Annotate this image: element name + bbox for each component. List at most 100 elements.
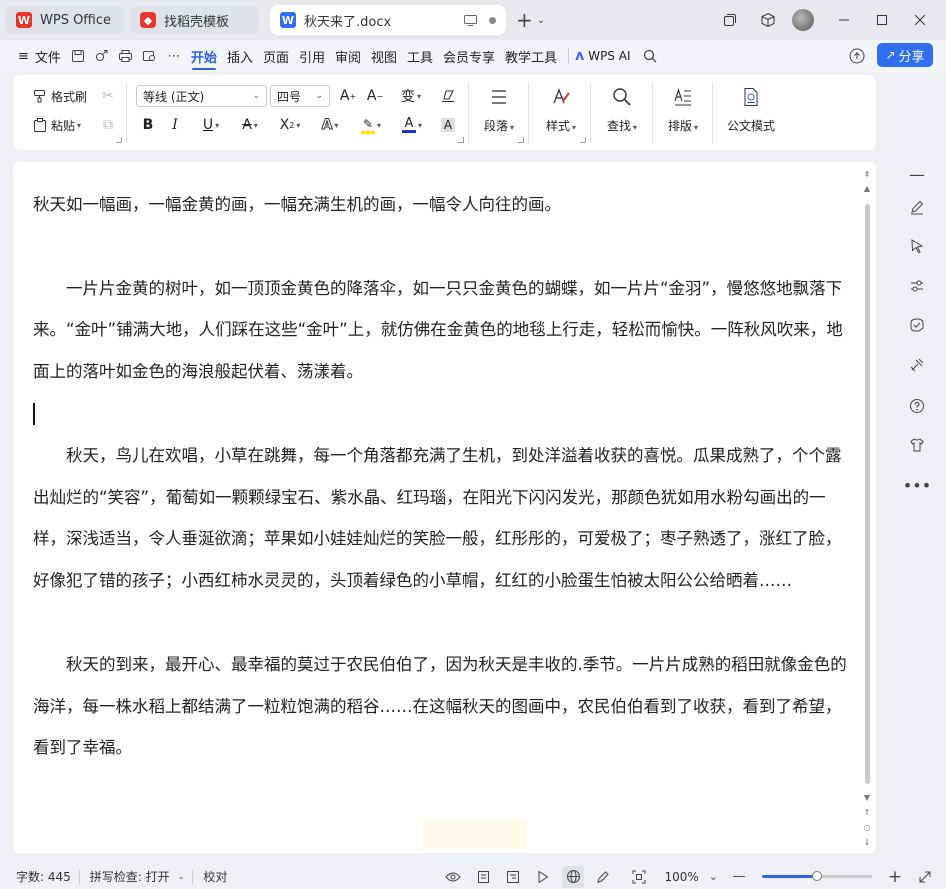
more-icon[interactable]: ••• — [903, 473, 931, 497]
ai-assistant-icon[interactable] — [905, 313, 929, 337]
page-view-icon[interactable] — [472, 866, 494, 888]
zoom-slider-knob[interactable] — [812, 871, 822, 881]
spell-check-toggle[interactable]: 拼写检查: 打开 ⌄ — [78, 869, 193, 884]
print-preview-icon[interactable] — [138, 44, 162, 68]
tab-wps-office[interactable]: W WPS Office — [6, 6, 124, 34]
font-name-select[interactable]: 等线 (正文) ⌄ — [136, 85, 267, 107]
official-mode-button[interactable]: 公文模式 — [723, 83, 779, 134]
zoom-out-icon[interactable]: — — [728, 866, 750, 888]
tab-review[interactable]: 审阅 — [330, 40, 366, 72]
layout-button[interactable]: 排版 ▾ — [663, 83, 703, 134]
monitor-icon[interactable] — [463, 13, 477, 27]
play-icon[interactable] — [532, 866, 554, 888]
clear-format-icon[interactable] — [437, 85, 459, 107]
bold-icon[interactable]: B — [137, 114, 159, 136]
chevron-down-icon[interactable]: ⌄ — [537, 15, 545, 26]
search-icon[interactable] — [638, 44, 662, 68]
new-tab-button[interactable]: + ⌄ — [516, 8, 545, 32]
vertical-scrollbar[interactable]: ⇞ ▲ ▼ ⇑ ○ ⇓ — [862, 168, 872, 851]
cursor-icon[interactable] — [905, 234, 929, 258]
copy-icon[interactable]: ⧉ — [97, 114, 119, 136]
more-icon[interactable]: ⋯ — [162, 44, 186, 68]
fit-page-icon[interactable] — [628, 866, 650, 888]
shrink-font-icon[interactable]: A − — [364, 85, 386, 107]
tab-view[interactable]: 视图 — [366, 40, 402, 72]
next-page-icon[interactable]: ⇓ — [862, 836, 872, 848]
font-size-select[interactable]: 四号 ⌄ — [270, 85, 330, 107]
paragraph-2[interactable]: 一片片金黄的树叶，如一顶顶金黄色的降落伞，如一只只金黄色的蝴蝶，如一片片“金羽”… — [33, 268, 848, 393]
styles-launcher-icon[interactable] — [580, 137, 586, 143]
scroll-down-icon[interactable]: ▼ — [862, 791, 872, 803]
cube-icon[interactable] — [752, 4, 784, 36]
minimize-icon[interactable] — [828, 4, 860, 36]
highlight-icon[interactable]: ✎ ▾ — [354, 114, 388, 136]
wps-ai-button[interactable]: ʌ WPS AI — [575, 48, 630, 64]
font-color-icon[interactable]: A ▾ — [395, 114, 429, 136]
tab-document[interactable]: W 秋天来了.docx — [270, 5, 506, 35]
paragraph-1[interactable]: 秋天如一幅画，一幅金黄的画，一幅充满生机的画，一幅令人向往的画。 — [33, 184, 848, 226]
tab-member[interactable]: 会员专享 — [438, 40, 500, 72]
zoom-value[interactable]: 100% — [664, 870, 698, 884]
strikethrough-icon[interactable]: A ▾ — [235, 114, 265, 136]
tab-teaching-tools[interactable]: 教学工具 — [500, 40, 562, 72]
tools-icon[interactable] — [905, 353, 929, 377]
phonetic-guide-icon[interactable]: 变 ▾ — [394, 85, 428, 107]
underline-icon[interactable]: U ▾ — [196, 114, 226, 136]
grow-font-icon[interactable]: A + — [337, 85, 359, 107]
blank-line-cursor[interactable] — [33, 393, 848, 435]
export-icon[interactable] — [90, 44, 114, 68]
scroll-top-icon[interactable]: ⇞ — [862, 168, 872, 180]
document-page[interactable]: 秋天如一幅画，一幅金黄的画，一幅充满生机的画，一幅令人向往的画。 一片片金黄的树… — [13, 162, 876, 853]
maximize-icon[interactable] — [866, 4, 898, 36]
outline-view-icon[interactable] — [502, 866, 524, 888]
text-effect-icon[interactable]: A ▾ — [315, 114, 345, 136]
paragraph-4[interactable]: 秋天的到来，最开心、最幸福的莫过于农民伯伯了，因为秋天是丰收的.季节。一片片成熟… — [33, 644, 848, 769]
help-icon[interactable] — [905, 394, 929, 418]
paragraph-3[interactable]: 秋天，鸟儿在欢唱，小草在跳舞，每一个角落都充满了生机，到处洋溢着收获的喜悦。瓜果… — [33, 435, 848, 602]
paste-button[interactable]: 粘贴 ▾ — [31, 114, 81, 136]
eye-icon[interactable] — [442, 866, 464, 888]
paragraph-launcher-icon[interactable] — [518, 137, 524, 143]
tab-references[interactable]: 引用 — [294, 40, 330, 72]
blank-line[interactable] — [33, 602, 848, 644]
browse-object-icon[interactable]: ○ — [862, 821, 872, 833]
scrollbar-thumb[interactable] — [865, 204, 870, 784]
share-button[interactable]: ↗ 分享 — [877, 43, 933, 67]
tab-home[interactable]: 开始 — [186, 40, 222, 72]
shirt-icon[interactable] — [905, 433, 929, 457]
scroll-up-icon[interactable]: ▲ — [862, 182, 872, 194]
restore-tabs-icon[interactable] — [714, 4, 746, 36]
font-launcher-icon[interactable] — [458, 137, 464, 143]
blank-line[interactable] — [33, 226, 848, 268]
word-count[interactable]: 字数: 445 — [0, 868, 79, 885]
adjust-icon[interactable] — [905, 274, 929, 298]
expand-icon[interactable] — [914, 866, 936, 888]
write-mode-icon[interactable] — [592, 866, 614, 888]
tab-tools[interactable]: 工具 — [402, 40, 438, 72]
superscript-icon[interactable]: X 2 ▾ — [275, 114, 305, 136]
web-view-icon[interactable] — [562, 865, 585, 888]
zoom-slider[interactable] — [762, 871, 872, 881]
pen-icon[interactable] — [905, 195, 929, 219]
close-icon[interactable] — [904, 4, 936, 36]
cut-icon[interactable]: ✂ — [97, 85, 119, 107]
tab-page[interactable]: 页面 — [258, 40, 294, 72]
tab-insert[interactable]: 插入 — [222, 40, 258, 72]
find-button[interactable]: 查找 ▾ — [602, 83, 642, 134]
format-painter-button[interactable]: 格式刷 — [31, 85, 87, 107]
print-icon[interactable] — [114, 44, 138, 68]
chevron-down-icon[interactable]: ⌄ — [709, 870, 718, 883]
document-body[interactable]: 秋天如一幅画，一幅金黄的画，一幅充满生机的画，一幅令人向往的画。 一片片金黄的树… — [33, 184, 848, 769]
tab-template[interactable]: ◆ 找稻壳模板 — [130, 6, 258, 34]
prev-page-icon[interactable]: ⇑ — [862, 806, 872, 818]
avatar[interactable] — [792, 9, 814, 31]
zoom-in-icon[interactable]: + — [884, 866, 906, 888]
italic-icon[interactable]: I — [164, 114, 186, 136]
file-menu[interactable]: ≡ 文件 — [0, 40, 66, 72]
styles-button[interactable]: 样式 ▾ — [540, 83, 582, 134]
cloud-upload-icon[interactable] — [845, 44, 869, 68]
save-icon[interactable] — [66, 44, 90, 68]
collapse-icon[interactable]: — — [905, 162, 929, 186]
proofread-button[interactable]: 校对 — [192, 869, 235, 884]
paragraph-button[interactable]: 段落 ▾ — [479, 83, 519, 134]
